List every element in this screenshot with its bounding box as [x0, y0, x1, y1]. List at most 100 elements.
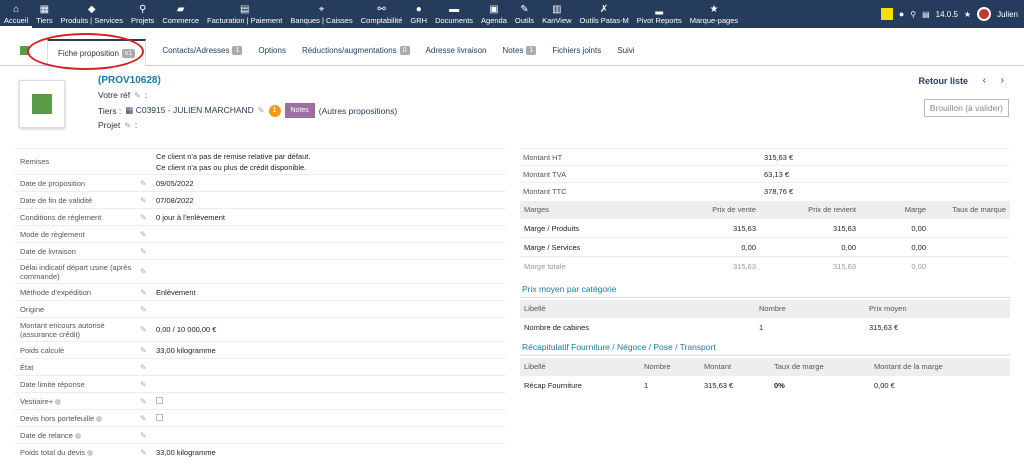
table-row: Marge / Services 0,00 0,00 0,00 [520, 237, 1010, 256]
nav-label: Accueil [4, 15, 29, 25]
back-to-list-link[interactable]: Retour liste [918, 76, 968, 86]
nav-item[interactable]: ⚲ Projets [127, 0, 158, 28]
pencil-icon[interactable]: ✎ [140, 346, 156, 355]
pencil-icon[interactable]: ✎ [140, 196, 156, 205]
field-label: Poids total du devis [14, 448, 140, 457]
prix-header: Libellé Nombre Prix moyen [520, 300, 1010, 317]
field-label-text: Méthode d'expédition [20, 287, 92, 297]
column-header: Montant [704, 362, 732, 371]
tab-label: Suivi [617, 46, 635, 55]
briefcase-icon: ▰ [176, 3, 185, 15]
pencil-icon[interactable]: ✎ [140, 267, 156, 276]
tab-notes[interactable]: Notes 1 [503, 46, 537, 55]
table-cell: 0,00 [741, 242, 756, 252]
pencil-icon[interactable]: ✎ [140, 397, 156, 406]
nav-item[interactable]: ◆ Produits | Services [57, 0, 127, 28]
tiers-link[interactable]: ▦ C03915 - JULIEN MARCHAND [125, 105, 254, 116]
field-value: 07/08/2022 [156, 195, 194, 205]
table-row: Marge totale 315,63 315,63 0,00 [520, 256, 1010, 275]
nav-item[interactable]: ★ Marque-pages [686, 0, 742, 28]
calendar-icon: ▣ [489, 3, 499, 15]
remises-line: Ce client n'a pas de remise relative par… [156, 151, 311, 161]
table-cell: 315,63 [833, 223, 856, 233]
pencil-icon[interactable]: ✎ [140, 247, 156, 256]
pencil-icon[interactable]: ✎ [140, 305, 156, 314]
printer-icon[interactable]: ▤ [922, 10, 930, 19]
column-header: Prix moyen [869, 304, 907, 313]
nav-label: Produits | Services [60, 15, 123, 25]
table-row: Date de livraison ✎ [14, 242, 506, 259]
table-cell: 0,00 [911, 223, 926, 233]
project-line: Projet ✎: [98, 120, 138, 130]
pencil-icon[interactable]: ✎ [140, 363, 156, 372]
nav-item[interactable]: ⌂ Accueil [0, 0, 33, 28]
notes-button[interactable]: Notes [284, 103, 315, 118]
table-row: Origine ✎ [14, 300, 506, 317]
pencil-icon[interactable]: ✎ [140, 288, 156, 297]
average-price-section: Prix moyen par catégorie Libellé Nombre Pri… [520, 281, 1010, 336]
nav-item[interactable]: ● GRH [406, 0, 431, 28]
pencil-icon[interactable]: ✎ [140, 431, 156, 440]
sticky-note-icon[interactable] [880, 8, 893, 20]
tab-contacts-adresses[interactable]: Contacts/Adresses 1 [162, 46, 243, 55]
nav-item[interactable]: ▣ Agenda [477, 0, 511, 28]
pencil-icon[interactable]: ✎ [140, 380, 156, 389]
sitemap-icon: ⚲ [138, 3, 147, 15]
pencil-icon[interactable]: ✎ [140, 230, 156, 239]
nav-item[interactable]: ▬ Documents [431, 0, 477, 28]
checkbox[interactable] [156, 396, 163, 404]
tab-suivi[interactable]: Suivi [617, 46, 634, 55]
nav-label: Documents [435, 15, 474, 25]
cube-icon: ◆ [87, 3, 96, 15]
amount-label: Montant TVA [523, 169, 567, 179]
field-label: Remises [20, 157, 50, 166]
bookmark-star-icon[interactable]: ★ [964, 10, 971, 19]
draft-status-button[interactable]: Brouillon (à valider) [923, 99, 1009, 117]
field-label-text: Délai indicatif départ usine (après comm… [20, 262, 132, 281]
pencil-icon[interactable]: ✎ [140, 448, 156, 457]
chevron-right-icon[interactable]: › [1001, 75, 1004, 86]
nav-item[interactable]: ⚯ Comptabilité [357, 0, 407, 28]
nav-item[interactable]: ▰ Commerce [158, 0, 203, 28]
nav-item[interactable]: ▤ Facturation | Paiement [203, 0, 286, 28]
pencil-icon[interactable]: ✎ [140, 179, 156, 188]
user-tie-icon: ● [415, 3, 422, 15]
nav-item[interactable]: ✗ Outils Patas-M [576, 0, 633, 28]
field-value [156, 413, 506, 424]
tab-badge: 0 [399, 46, 410, 55]
table-row: Nombre de cabines 1 315,63 € [520, 317, 1010, 336]
pencil-icon[interactable]: ✎ [258, 106, 265, 115]
user-icon[interactable]: ● [899, 9, 904, 19]
pencil-icon[interactable]: ✎ [140, 213, 156, 222]
tab-r-ductions-augmentations[interactable]: Réductions/augmentations 0 [302, 46, 410, 55]
field-label-text: État [20, 362, 34, 372]
tab-badge: 1 [232, 46, 243, 55]
amount-label: Montant HT [523, 152, 563, 162]
tab-options[interactable]: Options [258, 46, 286, 55]
table-cell: Récap Fourniture [524, 380, 582, 390]
nav-item[interactable]: ▥ KanView [538, 0, 575, 28]
field-label-text: Vestiaire+ [20, 396, 54, 406]
table-row: Montant TVA 63,13 € [520, 165, 1010, 182]
field-value [156, 396, 506, 407]
checkbox[interactable] [156, 413, 163, 421]
pencil-icon[interactable]: ✎ [134, 91, 141, 100]
table-cell: 0,00 [911, 261, 926, 271]
pencil-icon[interactable]: ✎ [124, 121, 131, 130]
other-proposals-link[interactable]: (Autres propositions) [319, 106, 397, 116]
field-value: 33,00 kilogramme [156, 447, 216, 457]
nav-item[interactable]: ▦ Tiers [32, 0, 56, 28]
chevron-left-icon[interactable]: ‹ [983, 75, 986, 86]
pencil-icon[interactable]: ✎ [140, 325, 156, 334]
user-name[interactable]: Julien [997, 10, 1018, 19]
tab-fiche-proposition[interactable]: Fiche proposition v1 [47, 39, 147, 66]
nav-item[interactable]: ✎ Outils [511, 0, 538, 28]
tab-fichiers-joints[interactable]: Fichiers joints [552, 46, 601, 55]
nav-item[interactable]: ⌖ Banques | Caisses [286, 0, 356, 28]
pencil-icon[interactable]: ✎ [140, 414, 156, 423]
avatar[interactable] [977, 7, 992, 21]
nav-item[interactable]: ▂ Pivot Reports [633, 0, 686, 28]
search-icon[interactable]: ⚲ [910, 10, 916, 19]
tab-adresse-livraison[interactable]: Adresse livraison [426, 46, 487, 55]
field-value: 33,00 kilogramme [156, 345, 216, 355]
